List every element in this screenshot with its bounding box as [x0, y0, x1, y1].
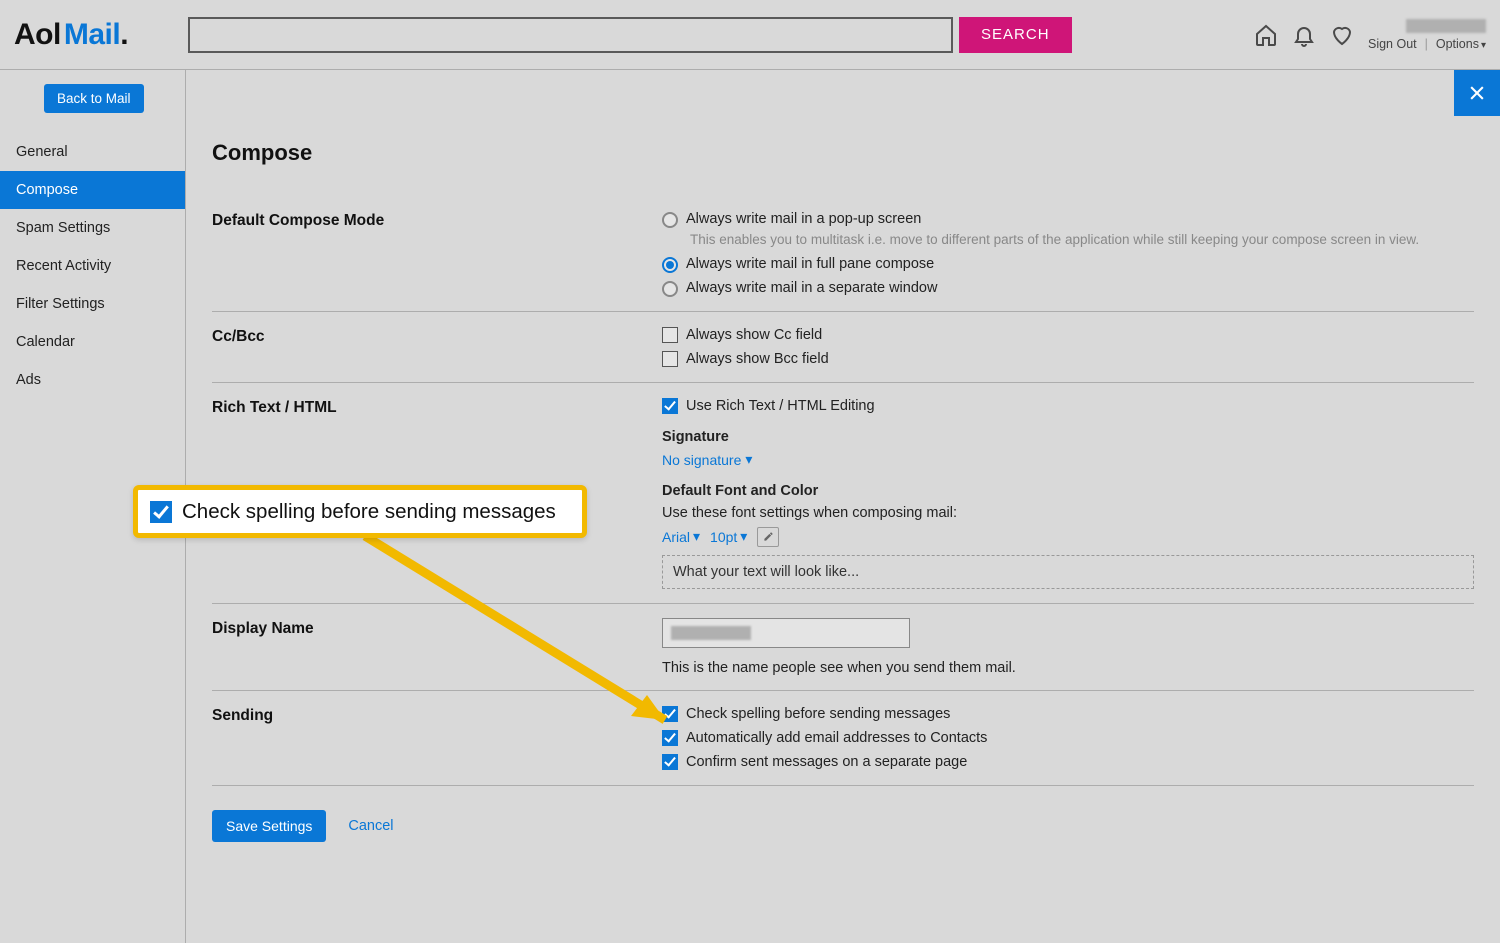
- chevron-down-icon: ▾: [745, 451, 752, 468]
- checkbox-bcc[interactable]: Always show Bcc field: [662, 350, 1474, 368]
- checkbox-label: Use Rich Text / HTML Editing: [686, 397, 875, 415]
- home-icon[interactable]: [1254, 23, 1278, 47]
- cancel-link[interactable]: Cancel: [348, 818, 393, 834]
- section-compose-mode: Default Compose Mode Always write mail i…: [212, 196, 1474, 312]
- section-label: Cc/Bcc: [212, 326, 662, 368]
- sidebar-item-spam-settings[interactable]: Spam Settings: [0, 209, 185, 247]
- checkbox-icon[interactable]: [662, 327, 678, 343]
- logo-mail: Mail: [64, 18, 120, 51]
- sign-out-link[interactable]: Sign Out: [1368, 37, 1417, 51]
- account-name-redacted: [1406, 19, 1486, 33]
- radio-icon[interactable]: [662, 257, 678, 273]
- checkbox-label: Automatically add email addresses to Con…: [686, 729, 987, 747]
- content: Compose Default Compose Mode Always writ…: [186, 70, 1500, 862]
- checkbox-label: Confirm sent messages on a separate page: [686, 753, 967, 771]
- font-family-value: Arial: [662, 529, 690, 545]
- font-heading: Default Font and Color: [662, 483, 1474, 499]
- checkbox-icon[interactable]: [662, 754, 678, 770]
- display-name-hint: This is the name people see when you sen…: [662, 660, 1474, 676]
- radio-popup[interactable]: Always write mail in a pop-up screen: [662, 210, 1474, 228]
- section-label: Display Name: [212, 618, 662, 676]
- radio-icon[interactable]: [662, 281, 678, 297]
- section-body: This is the name people see when you sen…: [662, 618, 1474, 676]
- sidebar-item-compose[interactable]: Compose: [0, 171, 185, 209]
- font-size-value: 10pt: [710, 529, 737, 545]
- heart-icon[interactable]: [1330, 23, 1354, 47]
- checkbox-icon[interactable]: [662, 398, 678, 414]
- display-name-input[interactable]: [662, 618, 910, 648]
- save-settings-button[interactable]: Save Settings: [212, 810, 326, 842]
- checkbox-label: Always show Cc field: [686, 326, 822, 344]
- radio-label: Always write mail in a pop-up screen: [686, 210, 921, 228]
- options-link[interactable]: Options▾: [1436, 37, 1486, 51]
- checkbox-icon: [150, 501, 172, 523]
- font-color-button[interactable]: [757, 527, 779, 547]
- checkbox-auto-contacts[interactable]: Automatically add email addresses to Con…: [662, 729, 1474, 747]
- radio-label: Always write mail in a separate window: [686, 279, 937, 297]
- font-preview: What your text will look like...: [662, 555, 1474, 589]
- checkbox-confirm-sent[interactable]: Confirm sent messages on a separate page: [662, 753, 1474, 771]
- section-display-name: Display Name This is the name people see…: [212, 604, 1474, 691]
- logo-dot: .: [120, 18, 128, 51]
- checkbox-spell-check[interactable]: Check spelling before sending messages: [662, 705, 1474, 723]
- page-title: Compose: [212, 140, 1474, 166]
- radio-separate-window[interactable]: Always write mail in a separate window: [662, 279, 1474, 297]
- sidebar-item-filter-settings[interactable]: Filter Settings: [0, 285, 185, 323]
- signature-heading: Signature: [662, 429, 1474, 445]
- radio-icon[interactable]: [662, 212, 678, 228]
- annotation-label: Check spelling before sending messages: [182, 500, 556, 524]
- display-name-redacted: [671, 626, 751, 640]
- signature-dropdown[interactable]: No signature ▾: [662, 451, 752, 468]
- radio-fullpane[interactable]: Always write mail in full pane compose: [662, 255, 1474, 273]
- checkbox-icon[interactable]: [662, 730, 678, 746]
- sidebar-item-calendar[interactable]: Calendar: [0, 323, 185, 361]
- logo-aol: Aol: [14, 18, 61, 51]
- font-row: Arial ▾ 10pt ▾: [662, 527, 1474, 547]
- chevron-down-icon: ▾: [740, 528, 747, 545]
- sidebar-item-general[interactable]: General: [0, 133, 185, 171]
- section-body: Use Rich Text / HTML Editing Signature N…: [662, 397, 1474, 589]
- checkbox-label: Check spelling before sending messages: [686, 705, 950, 723]
- section-body: Always show Cc field Always show Bcc fie…: [662, 326, 1474, 368]
- account-links: Sign Out | Options▾: [1368, 37, 1486, 51]
- section-cc-bcc: Cc/Bcc Always show Cc field Always show …: [212, 312, 1474, 383]
- pencil-icon: [763, 531, 774, 542]
- section-sending: Sending Check spelling before sending me…: [212, 691, 1474, 786]
- separator: |: [1425, 37, 1428, 51]
- chevron-down-icon: ▾: [1481, 40, 1486, 51]
- account-box: Sign Out | Options▾: [1368, 19, 1486, 51]
- search-input[interactable]: [188, 17, 953, 53]
- font-size-dropdown[interactable]: 10pt ▾: [710, 528, 747, 545]
- footer-actions: Save Settings Cancel: [212, 810, 1474, 842]
- sidebar-item-ads[interactable]: Ads: [0, 361, 185, 399]
- sidebar-item-recent-activity[interactable]: Recent Activity: [0, 247, 185, 285]
- font-family-dropdown[interactable]: Arial ▾: [662, 528, 700, 545]
- header-right: Sign Out | Options▾: [1254, 19, 1486, 51]
- close-button[interactable]: [1454, 70, 1500, 116]
- checkbox-label: Always show Bcc field: [686, 350, 829, 368]
- checkbox-cc[interactable]: Always show Cc field: [662, 326, 1474, 344]
- checkbox-icon[interactable]: [662, 351, 678, 367]
- popup-hint: This enables you to multitask i.e. move …: [690, 231, 1474, 249]
- section-body: Always write mail in a pop-up screen Thi…: [662, 210, 1474, 297]
- section-body: Check spelling before sending messages A…: [662, 705, 1474, 771]
- search-button[interactable]: SEARCH: [959, 17, 1072, 53]
- chevron-down-icon: ▾: [693, 528, 700, 545]
- checkbox-icon[interactable]: [662, 706, 678, 722]
- font-hint: Use these font settings when composing m…: [662, 505, 1474, 521]
- section-label: Sending: [212, 705, 662, 771]
- annotation-callout: Check spelling before sending messages: [133, 485, 587, 538]
- header: AolMail. SEARCH Sign Out | Options▾: [0, 0, 1500, 70]
- logo[interactable]: AolMail.: [14, 18, 128, 52]
- signature-value: No signature: [662, 452, 741, 468]
- close-icon: [1467, 83, 1487, 103]
- radio-label: Always write mail in full pane compose: [686, 255, 934, 273]
- back-to-mail-button[interactable]: Back to Mail: [44, 84, 144, 113]
- section-label: Default Compose Mode: [212, 210, 662, 297]
- checkbox-use-rich-text[interactable]: Use Rich Text / HTML Editing: [662, 397, 1474, 415]
- bell-icon[interactable]: [1292, 23, 1316, 47]
- search-wrap: SEARCH: [188, 17, 1072, 53]
